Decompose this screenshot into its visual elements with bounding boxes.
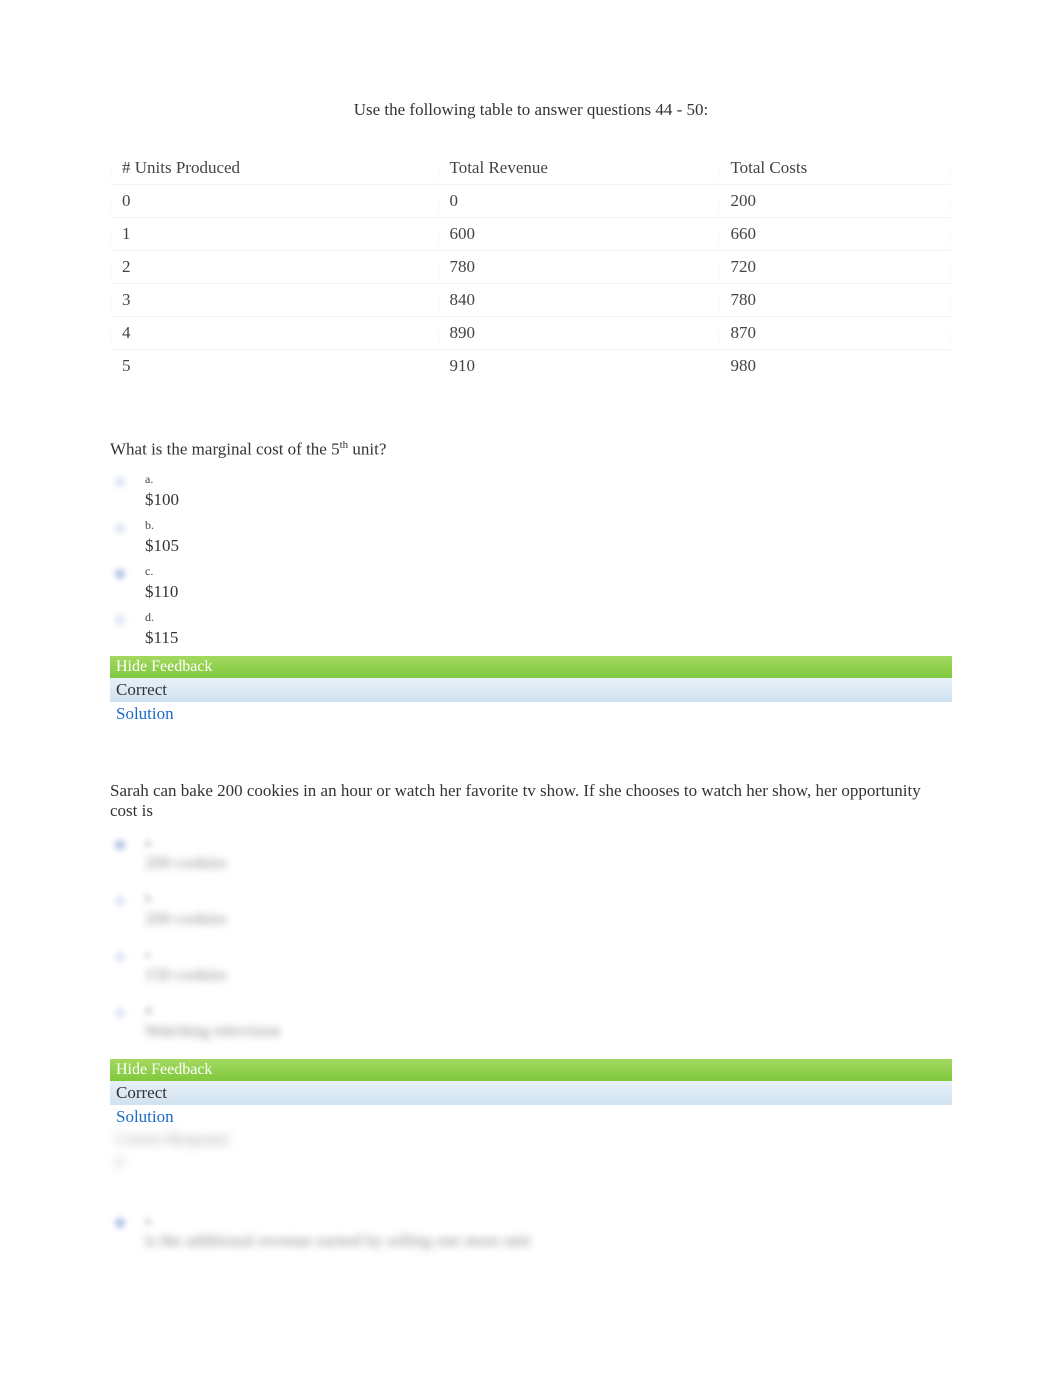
- table-row: 4890870: [112, 317, 950, 350]
- table-cell: 0: [112, 185, 440, 218]
- option-row[interactable]: b. 200 cookies: [110, 891, 952, 929]
- radio-icon[interactable]: [113, 521, 127, 535]
- table-cell: 780: [440, 251, 721, 284]
- table-header: Total Costs: [720, 152, 950, 185]
- option-letter: b.: [145, 518, 179, 533]
- table-row: 3840780: [112, 284, 950, 317]
- radio-icon[interactable]: [113, 1006, 127, 1020]
- question-2-options: a. 200 cookies b. 200 cookies c. 150 coo…: [110, 835, 952, 1041]
- question-1-text: What is the marginal cost of the 5th uni…: [110, 439, 952, 460]
- data-table-wrap: # Units Produced Total Revenue Total Cos…: [110, 150, 952, 414]
- table-cell: 4: [112, 317, 440, 350]
- table-cell: 5: [112, 350, 440, 382]
- table-cell: 600: [440, 218, 721, 251]
- table-cell: 870: [720, 317, 950, 350]
- option-text: $105: [145, 536, 179, 556]
- option-row[interactable]: a. 200 cookies: [110, 835, 952, 873]
- radio-icon[interactable]: [113, 567, 127, 581]
- question-2-text: Sarah can bake 200 cookies in an hour or…: [110, 781, 952, 821]
- option-letter: d.: [145, 1003, 280, 1018]
- solution-link[interactable]: Solution: [110, 1105, 952, 1129]
- table-cell: 3: [112, 284, 440, 317]
- option-letter: d.: [145, 610, 178, 625]
- table-cell: 2: [112, 251, 440, 284]
- table-header-row: # Units Produced Total Revenue Total Cos…: [112, 152, 950, 185]
- option-text: 200 cookies: [145, 853, 227, 873]
- table-row: 00200: [112, 185, 950, 218]
- option-letter: b.: [145, 891, 227, 906]
- table-header: Total Revenue: [440, 152, 721, 185]
- table-cell: 200: [720, 185, 950, 218]
- data-table: # Units Produced Total Revenue Total Cos…: [112, 152, 950, 382]
- radio-icon[interactable]: [113, 950, 127, 964]
- table-cell: 780: [720, 284, 950, 317]
- option-letter: a.: [145, 1213, 531, 1228]
- option-text: $110: [145, 582, 178, 602]
- option-row[interactable]: d. Watching television: [110, 1003, 952, 1041]
- option-text: Watching television: [145, 1021, 280, 1041]
- option-row[interactable]: d. $115: [110, 610, 952, 648]
- correct-label: Correct: [110, 678, 952, 702]
- option-row[interactable]: c. $110: [110, 564, 952, 602]
- option-text: $115: [145, 628, 178, 648]
- option-text: is the additional revenue earned by sell…: [145, 1231, 531, 1251]
- option-row[interactable]: c. 150 cookies: [110, 947, 952, 985]
- correct-label: Correct: [110, 1081, 952, 1105]
- table-cell: 660: [720, 218, 950, 251]
- solution-link[interactable]: Solution: [110, 702, 952, 726]
- table-cell: 840: [440, 284, 721, 317]
- correct-response-label: Correct Response: [110, 1129, 952, 1151]
- table-row: 2780720: [112, 251, 950, 284]
- question-1-suffix: unit?: [348, 440, 386, 459]
- radio-icon[interactable]: [113, 1216, 127, 1230]
- radio-icon[interactable]: [113, 613, 127, 627]
- table-cell: 0: [440, 185, 721, 218]
- question-1-options: a. $100 b. $105 c. $110 d. $115: [110, 472, 952, 648]
- table-cell: 720: [720, 251, 950, 284]
- question-1-sup: th: [340, 439, 349, 451]
- option-row[interactable]: a. is the additional revenue earned by s…: [110, 1213, 952, 1251]
- question-1-prefix: What is the marginal cost of the 5: [110, 440, 340, 459]
- table-row: 5910980: [112, 350, 950, 382]
- option-letter: a.: [145, 472, 179, 487]
- radio-icon[interactable]: [113, 838, 127, 852]
- table-cell: 910: [440, 350, 721, 382]
- radio-icon[interactable]: [113, 894, 127, 908]
- option-row[interactable]: b. $105: [110, 518, 952, 556]
- option-row[interactable]: a. $100: [110, 472, 952, 510]
- hide-feedback-button[interactable]: Hide Feedback: [110, 656, 952, 678]
- correct-response-letter: a: [110, 1151, 952, 1173]
- option-text: 150 cookies: [145, 965, 227, 985]
- radio-icon[interactable]: [113, 475, 127, 489]
- option-letter: a.: [145, 835, 227, 850]
- table-cell: 890: [440, 317, 721, 350]
- hide-feedback-button[interactable]: Hide Feedback: [110, 1059, 952, 1081]
- option-text: $100: [145, 490, 179, 510]
- option-letter: c.: [145, 564, 178, 579]
- table-header: # Units Produced: [112, 152, 440, 185]
- table-cell: 1: [112, 218, 440, 251]
- option-letter: c.: [145, 947, 227, 962]
- table-instruction: Use the following table to answer questi…: [110, 100, 952, 120]
- option-text: 200 cookies: [145, 909, 227, 929]
- table-cell: 980: [720, 350, 950, 382]
- table-row: 1600660: [112, 218, 950, 251]
